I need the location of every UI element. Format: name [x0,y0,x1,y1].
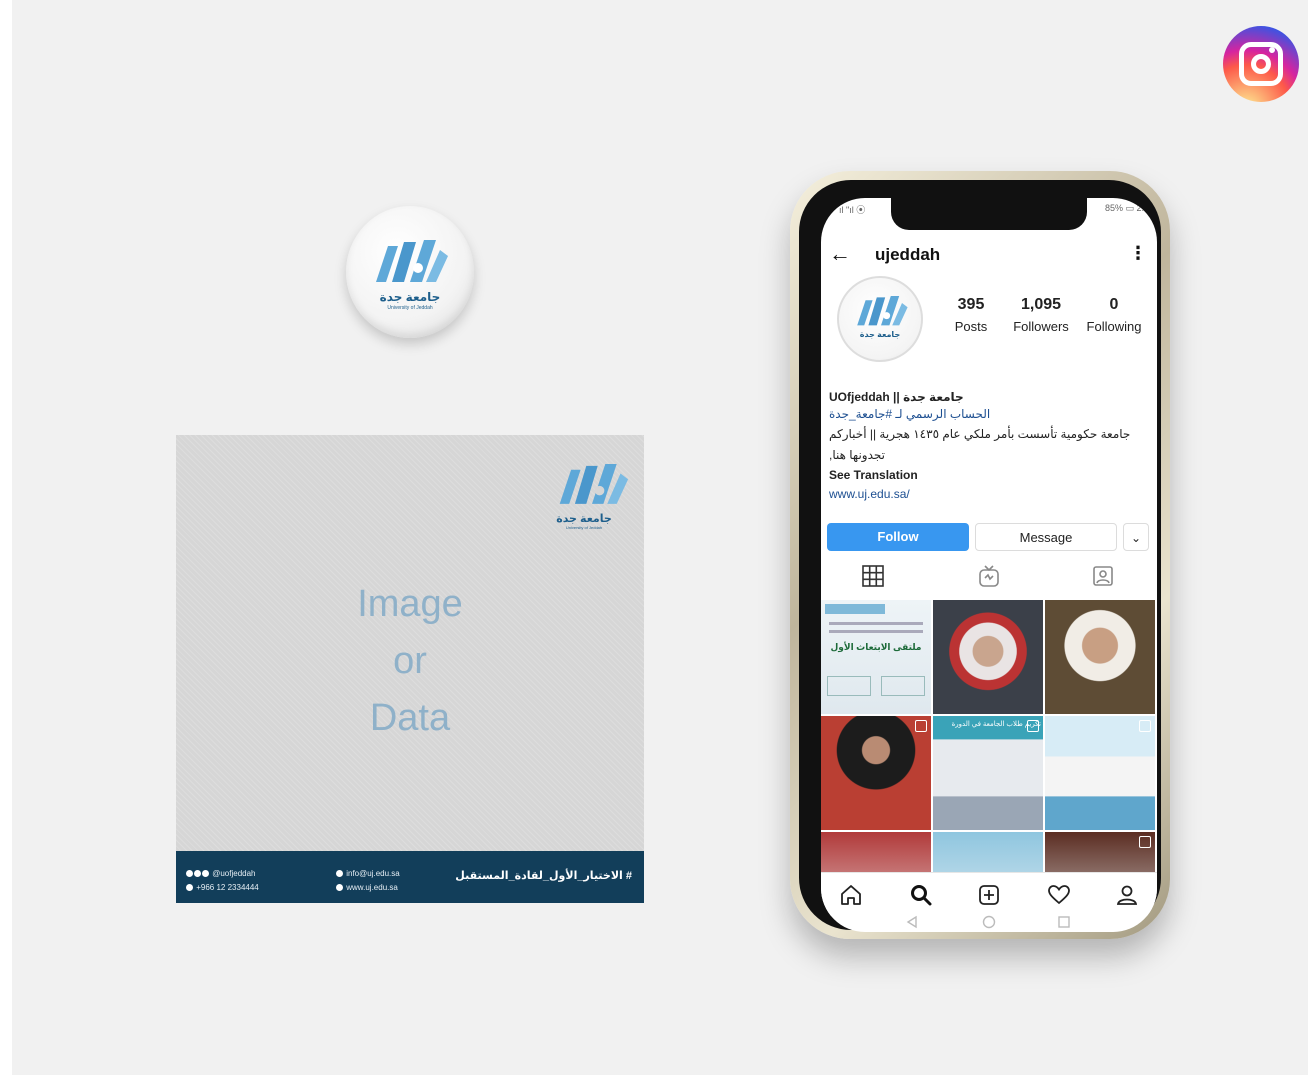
back-arrow-icon[interactable]: ← [829,243,851,265]
system-back-icon[interactable] [905,915,919,929]
footer-handle: @uofjeddah [186,869,256,878]
profile-avatar[interactable]: جامعة جدة [837,276,923,362]
bio-website-link[interactable]: www.uj.edu.sa/ [829,487,1149,501]
grid-post-8[interactable] [933,832,1043,872]
stat-followers-label: Followers [1013,319,1069,334]
grid-post-5[interactable]: تكريم طلاب الجامعة في الدورة [933,716,1043,830]
status-battery: 85% ▭ 2:0 [1104,203,1149,213]
stat-posts-value: 395 [957,296,985,313]
stat-followers[interactable]: 1,095 Followers [1005,296,1077,334]
new-post-icon[interactable] [977,883,1001,907]
footer-website: www.uj.edu.sa [336,883,398,892]
grid-post-6[interactable] [1045,716,1155,830]
activity-heart-icon[interactable] [1047,883,1071,907]
instagram-profile-screen: ıl "ıl ⦿ 85% ▭ 2:0 ← ujeddah ⋮ جامعة جدة… [821,198,1157,932]
tagged-tab-icon[interactable] [1091,564,1115,588]
search-icon[interactable] [909,883,933,907]
status-signal: ıl "ıl ⦿ [839,205,866,215]
post-logo-icon [559,464,629,504]
grid-post-4[interactable] [821,716,931,830]
stat-followers-value: 1,095 [1020,296,1062,313]
avatar-logo-icon [857,296,908,326]
phone-mockup: ıl "ıl ⦿ 85% ▭ 2:0 ← ujeddah ⋮ جامعة جدة… [790,171,1170,939]
suggested-accounts-button[interactable]: ⌄ [1123,523,1149,551]
grid-post-5-caption: تكريم طلاب الجامعة في الدورة [951,721,1041,728]
android-system-bar [821,914,1157,932]
bio-line-3: جامعة حكومية تأسست بأمر ملكي عام ١٤٣٥ هج… [829,427,1131,441]
instagram-icon [1223,26,1299,102]
profile-username: ujeddah [875,245,941,264]
grid-post-9[interactable] [1045,832,1155,872]
placeholder-line-1: Image [357,583,463,625]
post-logo-english: University of Jeddah [565,525,603,530]
posts-grid: ملتقى الابتعاث الأول تكريم طلاب الجامعة … [821,600,1157,872]
bio-line-4: تجدونها هنا, [829,448,885,462]
grid-post-1[interactable]: ملتقى الابتعاث الأول [821,600,931,714]
grid-tab-icon[interactable] [861,564,885,588]
stat-posts-label: Posts [954,319,988,334]
profile-header: ← ujeddah ⋮ [821,240,1157,268]
grid-post-3[interactable] [1045,600,1155,714]
message-button[interactable]: Message [975,523,1117,551]
igtv-tab-icon[interactable] [977,564,1001,588]
phone-notch [891,198,1087,230]
profile-icon[interactable] [1115,883,1139,907]
stat-posts[interactable]: 395 Posts [941,296,1001,334]
home-icon[interactable] [839,883,863,907]
university-logo-badge: جامعة جدة University of Jeddah [346,206,474,338]
system-home-icon[interactable] [982,915,996,929]
stat-following[interactable]: 0 Following [1079,296,1149,334]
post-logo-arabic: جامعة جدة [556,513,612,525]
more-options-icon[interactable]: ⋮ [1129,243,1147,264]
grid-post-7[interactable] [821,832,931,872]
post-template: جامعة جدة University of Jeddah Image or … [176,435,644,903]
bio-name: UOfjeddah || جامعة جدة [829,390,964,404]
bio-line-2: الحساب الرسمي لـ #جامعة_جدة [829,407,991,421]
placeholder-line-2: or [393,640,427,682]
see-translation-link[interactable]: See Translation [829,468,1149,482]
follow-button[interactable]: Follow [827,523,969,551]
logo-name-english: University of Jeddah [387,305,433,311]
footer-slogan: # الاختيار_الأول_لقادة_المستقبل [455,870,632,882]
bottom-navigation [821,872,1157,916]
stat-following-value: 0 [1109,296,1119,313]
university-logo-icon [376,240,448,282]
grid-post-1-title: ملتقى الابتعاث الأول [830,642,922,652]
avatar-logo-arabic: جامعة جدة [859,330,901,339]
placeholder-line-3: Data [369,697,451,739]
footer-phone: +966 12 2334444 [186,883,259,892]
logo-name-arabic: جامعة جدة [379,290,441,304]
stat-following-label: Following [1086,319,1142,334]
footer-email: info@uj.edu.sa [336,869,400,878]
grid-post-2[interactable] [933,600,1043,714]
profile-tabs [821,560,1157,592]
post-footer: @uofjeddah +966 12 2334444 info@uj.edu.s… [176,851,644,903]
system-recents-icon[interactable] [1057,915,1071,929]
